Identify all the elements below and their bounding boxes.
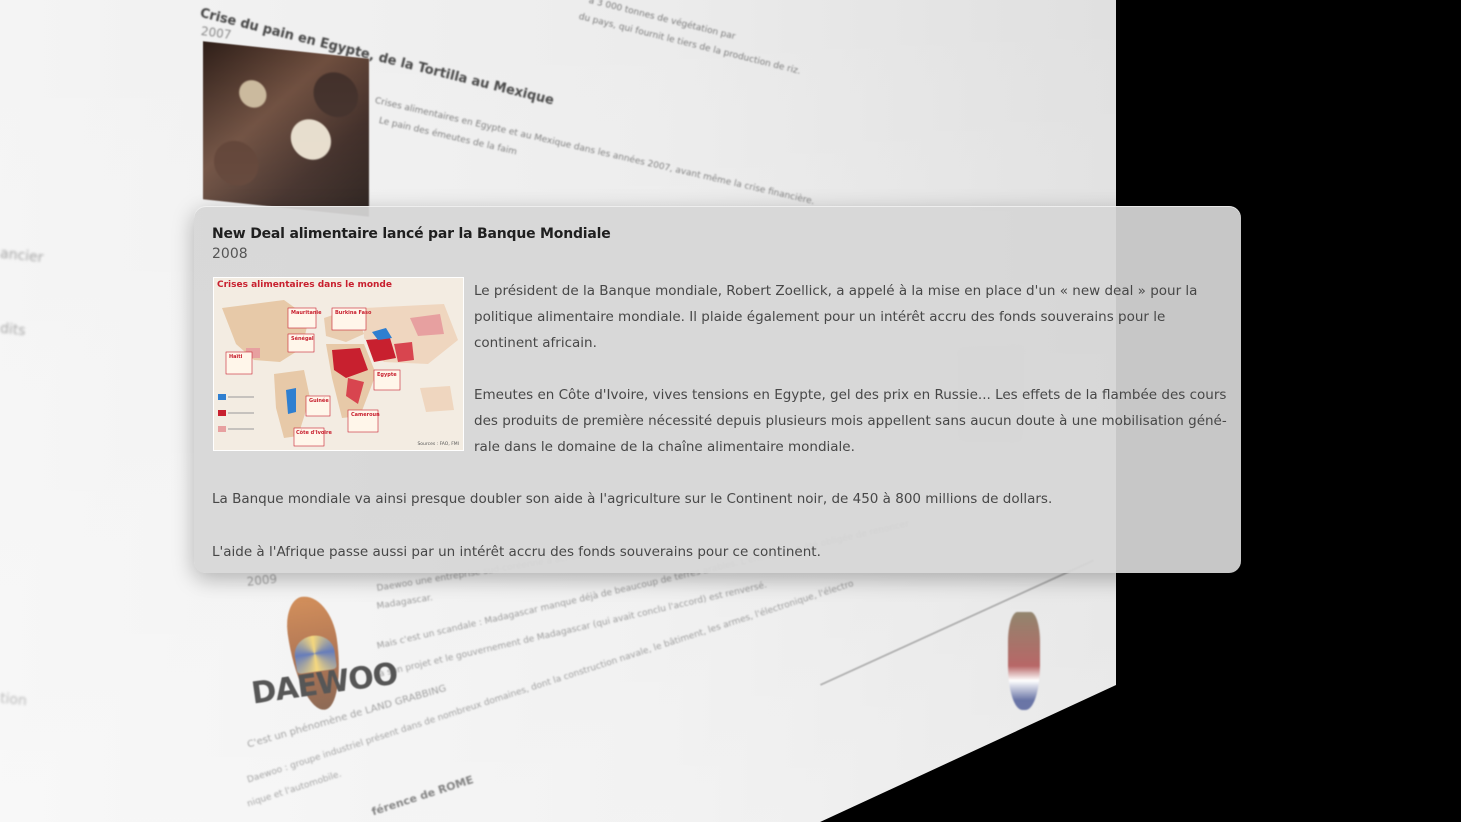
bg-badge-image xyxy=(1008,612,1040,710)
food-crisis-map-image[interactable]: Crises alimentaires dans le monde Maurit… xyxy=(213,277,464,451)
card-paragraph: Emeutes en Côte d'Ivoire, vives tensions… xyxy=(474,387,1227,455)
sidebar-fragment[interactable]: tion xyxy=(0,691,28,710)
map-label: Egypte xyxy=(377,372,397,378)
card-paragraph: L'aide à l'Afrique passe aussi par un in… xyxy=(212,544,821,560)
sidebar-fragment[interactable]: ancier xyxy=(0,246,44,266)
bg-entry-year: 2009 xyxy=(246,571,278,589)
bg-entry-text: à son projet et le gouvernement de Madag… xyxy=(378,580,768,680)
map-label: Mauritanie xyxy=(291,310,322,316)
map-label: Sénégal xyxy=(291,336,314,342)
card-paragraph: La Banque mondiale va ainsi presque doub… xyxy=(212,491,1053,507)
bg-entry-photo xyxy=(203,41,369,217)
bg-entry-text: Daewoo : groupe industriel présent dans … xyxy=(246,579,856,786)
daewoo-logo: DAEWOO xyxy=(239,588,399,725)
map-label: Guinée xyxy=(309,398,329,404)
map-label: Haïti xyxy=(229,354,243,360)
map-source: Sources : FAO, FMI xyxy=(417,442,459,447)
detail-card[interactable]: New Deal alimentaire lancé par la Banque… xyxy=(194,206,1241,573)
map-label: Cameroun xyxy=(351,412,380,418)
map-label: Côte d'Ivoire xyxy=(296,430,332,436)
sidebar-fragment[interactable]: dits xyxy=(0,321,26,340)
bg-entry-year: 2007 xyxy=(200,24,233,43)
bg-entry-text: nique et l'automobile. xyxy=(246,769,343,810)
world-map-graphic xyxy=(214,278,463,450)
bg-entry-text: Crises alimentaires en Egypte et au Mexi… xyxy=(373,96,816,208)
map-title: Crises alimentaires dans le monde xyxy=(217,280,392,290)
bg-entry-title: férence de ROME xyxy=(370,773,476,819)
bg-entry-title: Crise du pain en Egypte, de la Tortilla … xyxy=(198,6,556,109)
card-paragraph: Le président de la Banque mondiale, Robe… xyxy=(474,283,1198,351)
card-year: 2008 xyxy=(212,246,248,262)
map-label: Burkina Faso xyxy=(335,310,372,316)
bg-top-right-text: du pays, qui fournit le tiers de la prod… xyxy=(577,12,802,77)
bg-top-right-text: a 3 000 tonnes de végétation par xyxy=(587,0,737,43)
bg-entry-text: Le pain des émeutes de la faim xyxy=(377,116,518,158)
bg-timeline-axis xyxy=(820,559,1094,686)
card-title: New Deal alimentaire lancé par la Banque… xyxy=(212,226,611,242)
bg-entry-text: Madagascar. xyxy=(376,593,434,612)
bg-entry-text: C'est un phénomène de LAND GRABBING xyxy=(246,683,448,751)
